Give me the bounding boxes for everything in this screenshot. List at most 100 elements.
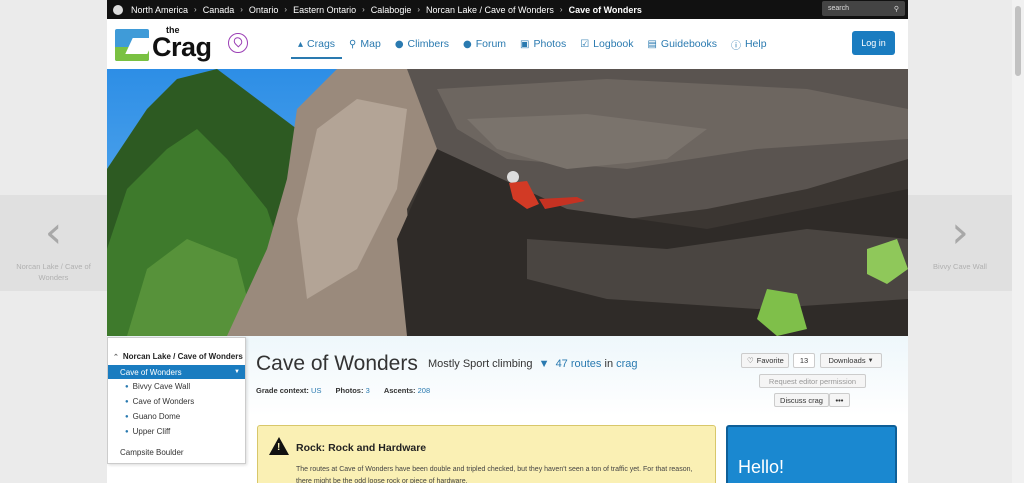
nav-logbook[interactable]: ☑ Logbook (573, 19, 640, 69)
filter-icon[interactable]: ▼ (539, 358, 550, 370)
routes-suffix: in (604, 358, 614, 370)
more-options-button[interactable]: ••• (829, 393, 850, 407)
crag-link[interactable]: crag (616, 358, 637, 370)
page-title: Cave of Wonders (256, 352, 418, 375)
map-icon: ⚲ (349, 38, 357, 50)
request-editor-button[interactable]: Request editor permission (759, 374, 866, 388)
grade-context-value[interactable]: US (311, 386, 321, 395)
heart-icon: ♡ (747, 356, 754, 365)
alert-text: The routes at Cave of Wonders have been … (296, 466, 693, 483)
bullet-icon: ● (125, 383, 129, 390)
next-crag-nav[interactable]: › Bivvy Cave Wall (908, 195, 1012, 291)
nav-label: Climbers (407, 38, 449, 50)
crag-summary: Mostly Sport climbing ▼ 47 routes in cra… (428, 358, 638, 370)
grade-context-label: Grade context: (256, 386, 309, 395)
globe-icon[interactable] (113, 4, 123, 15)
logo-text: Crag (152, 32, 212, 62)
nav-label: Crags (307, 38, 336, 50)
ascents-label: Ascents: (383, 386, 416, 395)
nav-label: Photos (533, 38, 567, 50)
welcome-panel: Hello! (726, 425, 897, 483)
tree-child-label: Bivvy Cave Wall (132, 382, 191, 391)
next-crag-label: Bivvy Cave Wall (933, 262, 987, 271)
scrollbar-thumb[interactable] (1015, 6, 1021, 76)
nav-forum[interactable]: ● Forum (456, 19, 513, 69)
breadcrumb: North America › Canada › Ontario › Eastern … (107, 0, 908, 19)
chevron-left-icon: ‹ (44, 207, 63, 258)
page-scrollbar[interactable] (1012, 0, 1024, 483)
chevron-right-icon: › (362, 5, 365, 14)
welcome-text: Hello! (738, 457, 785, 477)
bullet-icon: ● (125, 398, 129, 405)
favorite-button[interactable]: ♡ Favorite (741, 353, 789, 368)
book-icon: ▤ (647, 38, 657, 50)
tree-child[interactable]: ● Upper Cliff (108, 424, 245, 439)
breadcrumb-item[interactable]: Calabogie (371, 5, 412, 15)
nav-label: Help (744, 38, 767, 50)
breadcrumb-current: Cave of Wonders (568, 4, 642, 15)
tree-child[interactable]: ● Guano Dome (108, 409, 245, 424)
crag-stats: Grade context: US Photos: 3 Ascents: 208 (256, 386, 442, 395)
breadcrumb-item[interactable]: Eastern Ontario (293, 5, 356, 15)
logbook-icon: ☑ (580, 38, 590, 50)
previous-crag-label: Norcan Lake / Cave of Wonders (16, 262, 91, 282)
tree-child[interactable]: ● Cave of Wonders (108, 394, 245, 409)
downloads-label: Downloads (828, 356, 866, 365)
tree-current[interactable]: Cave of Wonders ▼ (108, 365, 245, 379)
tree-child-label: Guano Dome (132, 412, 181, 421)
rock-warning-alert: ! Rock: Rock and Hardware The routes at … (257, 425, 716, 483)
nav-crags[interactable]: ▴ Crags (291, 19, 343, 69)
page-container: North America › Canada › Ontario › Eastern … (107, 0, 908, 483)
climbing-type: Mostly Sport climbing (428, 358, 533, 370)
nav-label: Logbook (593, 38, 634, 50)
caret-down-icon: ▼ (234, 369, 240, 375)
tree-parent-label: Norcan Lake / Cave of Wonders (122, 352, 243, 361)
logo-mark (115, 29, 149, 61)
chevron-right-icon: › (951, 207, 969, 258)
chevron-right-icon: › (417, 5, 420, 14)
nav-guidebooks[interactable]: ▤ Guidebooks (640, 19, 724, 69)
breadcrumb-item[interactable]: Canada (203, 5, 235, 15)
bullet-icon: ● (125, 413, 129, 420)
tree-child-label: Cave of Wonders (132, 397, 195, 406)
crags-icon: ▴ (298, 38, 304, 50)
nav-map[interactable]: ⚲ Map (342, 19, 388, 69)
thecrag-logo[interactable]: the Crag (115, 25, 250, 64)
nav-climbers[interactable]: ● Climbers (388, 19, 456, 69)
photos-count[interactable]: 3 (366, 386, 370, 395)
breadcrumb-item[interactable]: Norcan Lake / Cave of Wonders (426, 5, 554, 15)
chevron-right-icon: › (284, 5, 288, 14)
downloads-button[interactable]: Downloads ▼ (820, 353, 882, 368)
tree-child[interactable]: ● Bivvy Cave Wall (108, 379, 245, 394)
tree-child-label: Upper Cliff (132, 427, 171, 436)
info-icon: ⓘ (730, 40, 741, 52)
nav-label: Forum (475, 38, 507, 50)
nav-help[interactable]: ⓘ Help (724, 19, 774, 69)
crag-photo (107, 69, 908, 336)
login-button[interactable]: Log in (852, 31, 895, 55)
top-nav: the Crag ▴ Crags ⚲ Map ● Climbers ● Forum ▣ P… (107, 19, 908, 69)
previous-crag-nav[interactable]: ‹ Norcan Lake / Cave of Wonders (0, 195, 107, 291)
favorite-count: 13 (793, 353, 815, 368)
search-icon[interactable]: ⚲ (894, 5, 899, 13)
search-placeholder: search (828, 5, 850, 12)
main-nav: ▴ Crags ⚲ Map ● Climbers ● Forum ▣ Photos ☑ Lo… (291, 19, 774, 69)
camera-icon: ▣ (520, 38, 530, 50)
crag-tree: ⌃ Norcan Lake / Cave of Wonders Cave of W… (107, 337, 246, 464)
tree-current-label: Cave of Wonders (120, 367, 182, 377)
discuss-crag-button[interactable]: Discuss crag (774, 393, 829, 407)
hero-photo (107, 69, 908, 336)
tree-parent[interactable]: ⌃ Norcan Lake / Cave of Wonders (108, 338, 245, 365)
photos-label: Photos: (335, 386, 364, 395)
nav-label: Map (360, 38, 381, 50)
breadcrumb-item[interactable]: North America (131, 5, 188, 15)
breadcrumb-item[interactable]: Ontario (249, 5, 279, 15)
tree-sibling[interactable]: Campsite Boulder (108, 445, 245, 460)
ascents-count[interactable]: 208 (418, 386, 431, 395)
chevron-right-icon: › (240, 5, 243, 14)
routes-link[interactable]: 47 routes (556, 358, 602, 370)
chevron-right-icon: › (559, 5, 563, 14)
nav-photos[interactable]: ▣ Photos (513, 19, 573, 69)
warning-icon: ! (269, 437, 289, 455)
search-input[interactable]: search ⚲ (822, 1, 905, 16)
